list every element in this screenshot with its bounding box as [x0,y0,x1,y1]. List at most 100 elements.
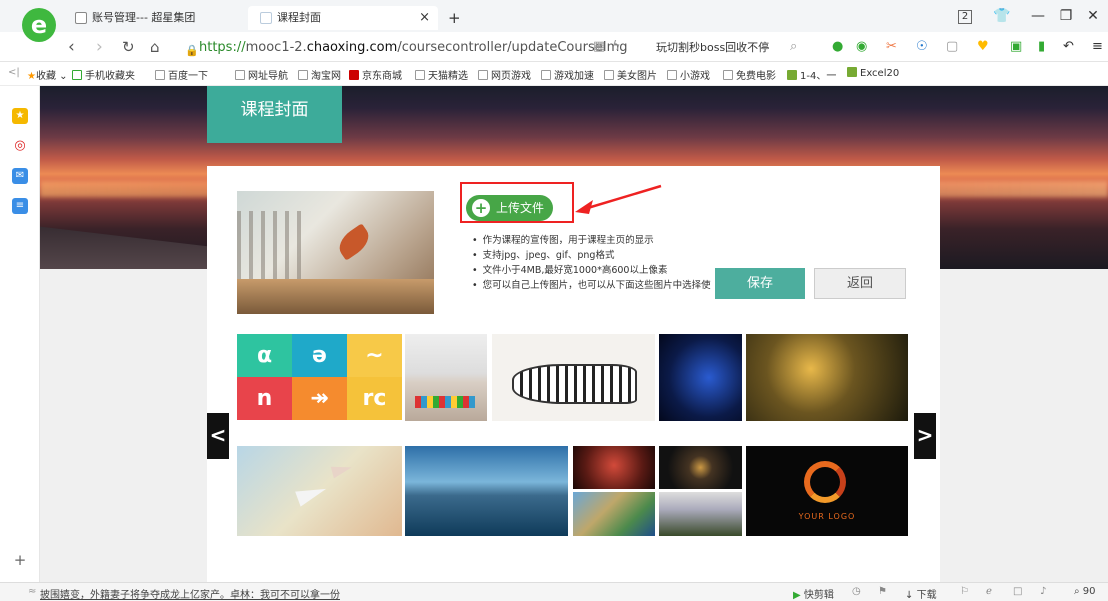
battery-icon[interactable]: ▮ [1038,39,1045,55]
tab-course-cover[interactable]: 课程封面 × [248,6,438,30]
ie-icon[interactable]: ℯ [986,586,992,597]
status-bar: ≈ 披围嬉变，外籍妻子将争夺成龙上亿家产。卓林：我可不可以拿一份 ▶ 快剪辑 ◷… [0,582,1108,601]
browser-logo-icon[interactable]: e [22,8,56,42]
bookmark-item[interactable]: 百度一下 [155,67,208,82]
play-icon: ▶ [793,590,801,601]
thumbnail-bokeh[interactable] [746,334,908,421]
thumbnail-your-logo[interactable]: YOUR LOGO [746,446,908,536]
thumbnail-app-icons[interactable]: α ə ∼ n ↠ rc [237,334,402,421]
bookmark-item[interactable]: 淘宝网 [298,67,341,82]
bookmark-item[interactable]: 游戏加速 [541,67,594,82]
thumbnail-blue-space[interactable] [659,334,742,421]
clock-icon[interactable]: ◷ [852,586,861,597]
thumbnail-paper-planes[interactable] [237,446,402,536]
bookmark-item[interactable]: Excel20 [847,67,899,79]
weibo-icon[interactable]: ◎ [12,138,28,154]
minimize-icon[interactable]: — [1028,8,1048,24]
app-tile: rc [347,377,402,420]
tip-item: 作为课程的宣传图，用于课程主页的显示 [472,233,772,248]
back-button[interactable]: 返回 [814,268,906,299]
sidebar-toggle-icon[interactable]: <| [8,67,20,78]
browser-sidebar: ★ ◎ ✉ ≡ + [0,86,40,582]
favorites-star-icon[interactable]: ★ [12,108,28,124]
zoom-icon: ⌕ [1074,586,1080,597]
bookmark-item[interactable]: 天猫精选 [415,67,468,82]
cover-panel: + 上传文件 作为课程的宣传图，用于课程主页的显示 支持jpg、jpeg、gif、… [207,166,940,582]
add-sidebar-icon[interactable]: + [12,552,28,568]
thumbnail-mushrooms[interactable] [659,492,742,536]
home-icon[interactable]: ⌂ [150,37,160,57]
back-icon[interactable]: ‹ [68,37,75,57]
current-cover-preview [237,191,434,314]
maximize-icon[interactable]: ❐ [1056,8,1076,24]
expand-icon[interactable]: ≈ [28,586,36,597]
search-hint-field[interactable]: 玩切割秒boss回收不停 [656,40,769,56]
annotation-arrow-icon [575,184,662,214]
app-tile: ə [292,334,347,377]
swirl-logo-icon [804,461,846,503]
bookmark-item[interactable]: 京东商城 [349,67,402,82]
tab-title: 课程封面 [277,11,321,24]
clip-tool[interactable]: ▶ 快剪辑 [793,586,834,601]
menu-icon[interactable]: ≡ [1092,39,1103,55]
thumbnail-lake[interactable] [405,446,568,536]
browser-title-bar: 账号管理--- 超星集团 课程封面 × + 2 👕 — ❐ ✕ [0,0,1108,32]
forward-icon[interactable]: › [96,37,103,57]
screenshot-icon[interactable]: ▢ [946,39,958,55]
tab-count-badge[interactable]: 2 [958,10,972,24]
download-button[interactable]: ↓ 下载 [905,586,937,601]
bookmark-item[interactable]: 小游戏 [667,67,710,82]
sound-icon[interactable]: ♪ [1040,586,1046,597]
mobile-icon [72,70,82,80]
bookmark-favorites[interactable]: ★收藏 ⌄ [27,67,68,82]
search-icon[interactable]: ⌕ [790,39,797,55]
close-tab-icon[interactable]: × [419,6,430,30]
url-field[interactable]: https://mooc1-2.chaoxing.com/coursecontr… [199,40,628,55]
extension-green-icon[interactable]: ● [832,39,843,55]
thumbnail-sneaker[interactable] [492,334,655,421]
thumbnail-map[interactable] [573,492,655,536]
bookmark-item[interactable]: 免费电影 [723,67,776,82]
thumbnail-dark-circle[interactable] [659,446,742,489]
page-icon [75,12,87,24]
news-ticker[interactable]: 披围嬉变，外籍妻子将争夺成龙上亿家产。卓林：我可不可以拿一份 [40,586,340,601]
close-window-icon[interactable]: ✕ [1083,8,1103,24]
bookmark-item[interactable]: 网页游戏 [478,67,531,82]
extension-stop-icon[interactable]: ◉ [856,39,867,55]
window-icon[interactable]: □ [1013,586,1022,597]
save-button[interactable]: 保存 [715,268,805,299]
bookmark-item[interactable]: 1-4、一 [787,67,836,82]
upload-file-button[interactable]: + 上传文件 [466,195,553,221]
bookmark-item[interactable]: 网址导航 [235,67,288,82]
page-content: 课程封面 + 上传文件 作为课程的宣传图，用于课程主页的显示 支持jpg、jpeg… [40,86,1108,582]
gallery-prev-button[interactable]: < [207,413,229,459]
thumbnail-paints[interactable] [405,334,487,421]
undo-icon[interactable]: ↶ [1063,39,1074,55]
shield-icon[interactable]: ♥ [977,39,989,55]
bookmark-item[interactable]: 手机收藏夹 [72,67,135,82]
page-title: 课程封面 [207,86,342,143]
bookmark-item[interactable]: 美女图片 [604,67,657,82]
qr-icon[interactable]: ▦ [593,39,605,55]
notes-icon[interactable]: ≡ [12,198,28,214]
new-tab-button[interactable]: + [448,6,461,30]
skin-icon[interactable]: 👕 [992,8,1012,24]
magnifier-icon[interactable]: ☉ [916,39,928,55]
tab-title: 账号管理--- 超星集团 [92,11,196,24]
pin-icon[interactable]: ⚑ [878,586,887,597]
lightning-icon[interactable]: ϟ [612,39,621,55]
scissors-icon[interactable]: ✂ [886,39,897,55]
excel-icon [847,67,857,77]
refresh-icon[interactable]: ↻ [122,37,135,57]
thumbnail-lantern[interactable] [573,446,655,489]
page-icon [260,12,272,24]
gallery-next-button[interactable]: > [914,413,936,459]
mail-icon[interactable]: ✉ [12,168,28,184]
flag-icon[interactable]: ⚐ [960,586,969,597]
url-scheme: https:// [199,40,246,55]
zoom-control[interactable]: ⌕ 90 [1074,586,1096,597]
apps-grid-icon[interactable]: ▣ [1010,39,1022,55]
tab-account-management[interactable]: 账号管理--- 超星集团 [75,6,245,30]
app-tile: ∼ [347,334,402,377]
page-icon [667,70,677,80]
